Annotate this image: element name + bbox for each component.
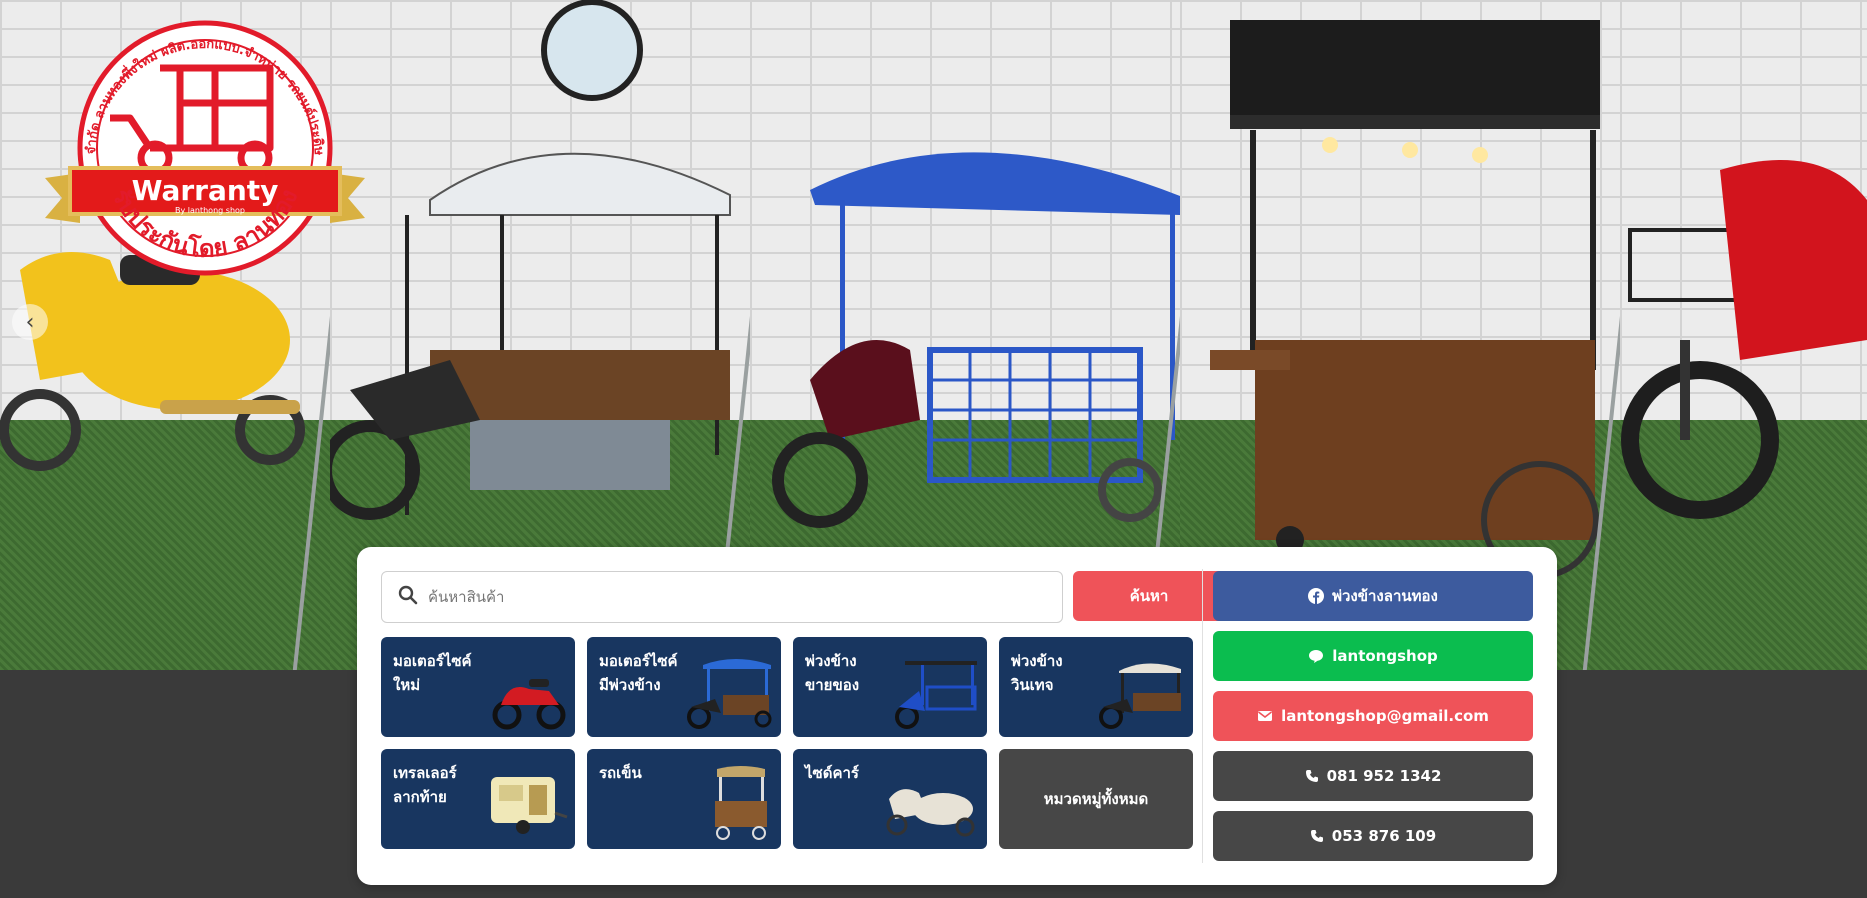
facebook-icon	[1308, 588, 1325, 604]
phone-icon	[1305, 770, 1318, 782]
warranty-seal-icon: ห้างหุ้นส่วนจำกัด ลานทองพึ่งใหม่ ผลิต.ออ…	[36, 0, 365, 276]
category-label-line2: ลากท้าย	[393, 788, 447, 806]
white-sidecar-scooter-thumbnail	[886, 789, 975, 837]
category-motorcycle-sidecar[interactable]: มอเตอร์ไซค์มีพ่วงข้าง	[587, 637, 781, 737]
category-label-line1: มอเตอร์ไซค์	[393, 652, 472, 670]
category-label-line1: มอเตอร์ไซค์	[599, 652, 678, 670]
red-motorcycle-image	[1621, 160, 1867, 519]
category-label-line2: วินเทจ	[1011, 676, 1054, 694]
push-cart-thumbnail	[715, 766, 767, 840]
warranty-badge: ห้างหุ้นส่วนจำกัด ลานทองพึ่งใหม่ ผลิต.ออ…	[36, 0, 370, 288]
blue-cargo-thumbnail	[895, 661, 977, 729]
line-link[interactable]: lantongshop	[1213, 631, 1533, 681]
blue-canopy-sidecar-thumbnail	[687, 659, 772, 729]
category-label-line1: เทรลเลอร์	[393, 764, 457, 782]
chevron-left-icon: ‹	[25, 309, 35, 335]
email-link[interactable]: lantongshop@gmail.com	[1213, 691, 1533, 741]
all-categories-button[interactable]: หมวดหมู่ทั้งหมด	[999, 749, 1193, 849]
category-vintage-sidecar[interactable]: พ่วงข้างวินเทจ	[999, 637, 1193, 737]
red-scooter-thumbnail	[492, 679, 566, 730]
all-categories-label: หมวดหมู่ทั้งหมด	[1043, 790, 1149, 808]
facebook-label: พ่วงข้างลานทอง	[1332, 587, 1438, 605]
category-label-line2: ขายของ	[805, 676, 860, 694]
email-icon	[1258, 711, 1273, 721]
phone-link-office[interactable]: 053 876 109	[1213, 811, 1533, 861]
phone-icon	[1310, 830, 1323, 842]
search-category-card: ค้นหา มอเตอร์ไซค์ใหม่ มอเตอร์ไซค์มีพ่วงข…	[357, 547, 1557, 885]
facebook-link[interactable]: พ่วงข้างลานทอง	[1213, 571, 1533, 621]
trailer-thumbnail	[491, 777, 568, 834]
category-trailer[interactable]: เทรลเลอร์ลากท้าย	[381, 749, 575, 849]
category-label-line1: ไซด์คาร์	[805, 764, 859, 782]
search-box	[381, 571, 1063, 623]
hero-panel-red-motorcycle	[1620, 0, 1867, 670]
line-icon	[1309, 650, 1324, 663]
search-icon	[390, 585, 426, 609]
carousel-prev-button[interactable]: ‹	[12, 304, 48, 340]
category-label-line1: รถเข็น	[599, 764, 642, 782]
food-stall-sidecar-thumbnail	[1099, 663, 1181, 729]
category-label-line2: มีพ่วงข้าง	[599, 676, 661, 694]
category-label-line1: พ่วงข้าง	[805, 652, 857, 670]
card-divider	[1202, 569, 1203, 863]
svg-text:By lanthong shop: By lanthong shop	[175, 206, 245, 215]
phone-label: 081 952 1342	[1326, 767, 1442, 785]
category-new-motorcycle[interactable]: มอเตอร์ไซค์ใหม่	[381, 637, 575, 737]
category-label-line1: พ่วงข้าง	[1011, 652, 1063, 670]
phone-label: 053 876 109	[1331, 827, 1437, 845]
svg-text:Warranty: Warranty	[132, 174, 279, 207]
line-label: lantongshop	[1332, 647, 1438, 665]
phone-link-mobile[interactable]: 081 952 1342	[1213, 751, 1533, 801]
category-push-cart[interactable]: รถเข็น	[587, 749, 781, 849]
category-sidecar[interactable]: ไซด์คาร์	[793, 749, 987, 849]
category-label-line2: ใหม่	[393, 676, 421, 694]
category-vendor-sidecar[interactable]: พ่วงข้างขายของ	[793, 637, 987, 737]
search-input[interactable]	[426, 587, 1062, 607]
email-label: lantongshop@gmail.com	[1281, 707, 1489, 725]
